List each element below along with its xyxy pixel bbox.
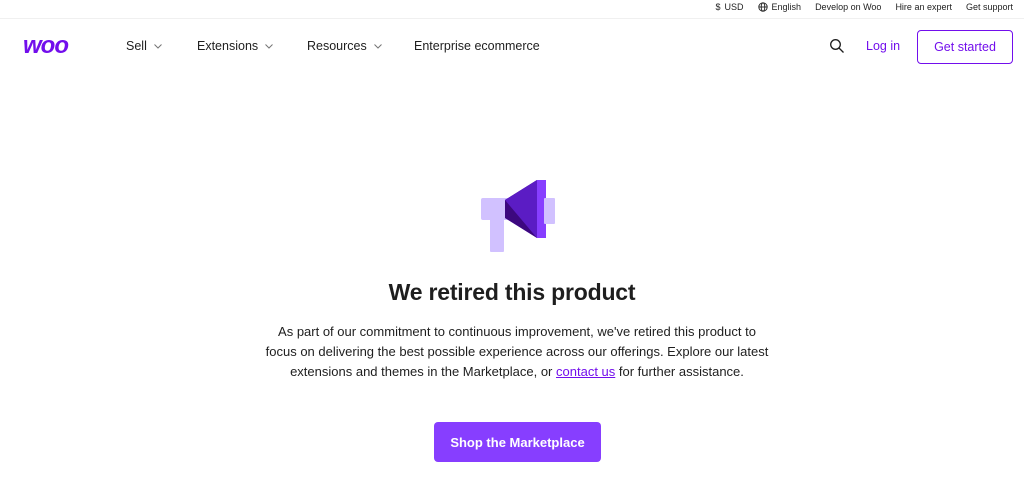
megaphone-icon [481,180,555,252]
chevron-down-icon [153,43,162,49]
hire-label: Hire an expert [895,1,952,12]
dollar-icon: $ [715,1,721,12]
currency-label: USD [724,1,744,12]
nav-extensions-label: Extensions [197,39,259,53]
develop-link[interactable]: Develop on Woo [815,2,881,12]
nav-sell-label: Sell [126,39,147,53]
nav-enterprise[interactable]: Enterprise ecommerce [414,39,540,53]
contact-us-link[interactable]: contact us [556,364,615,379]
globe-icon [757,1,768,12]
woo-logo[interactable]: woo [23,34,93,58]
page-title: We retired this product [388,279,636,305]
currency-selector[interactable]: $ USD [716,2,744,12]
nav-resources-label: Resources [307,39,367,53]
utility-bar: $ USD English Develop on Woo Hire an exp… [0,0,1024,13]
language-label: English [771,1,802,12]
nav-extensions[interactable]: Extensions [197,39,274,53]
shop-marketplace-button[interactable]: Shop the Marketplace [434,422,601,462]
nav-resources[interactable]: Resources [307,39,382,53]
search-icon[interactable] [829,38,845,54]
description-text-end: for further assistance. [615,364,744,379]
language-selector[interactable]: English [757,1,802,12]
retired-description: As part of our commitment to continuous … [262,322,772,382]
develop-label: Develop on Woo [815,1,882,12]
get-support-link[interactable]: Get support [966,2,1013,12]
main-navigation: woo Sell Extensions Resources Enterprise… [0,18,1024,75]
nav-enterprise-label: Enterprise ecommerce [414,39,540,53]
login-link[interactable]: Log in [866,39,900,53]
chevron-down-icon [265,43,274,49]
chevron-down-icon [373,43,382,49]
nav-sell[interactable]: Sell [126,39,162,53]
support-label: Get support [965,1,1013,12]
get-started-button[interactable]: Get started [917,30,1013,64]
hire-expert-link[interactable]: Hire an expert [895,2,952,12]
logo-text: woo [23,34,68,58]
